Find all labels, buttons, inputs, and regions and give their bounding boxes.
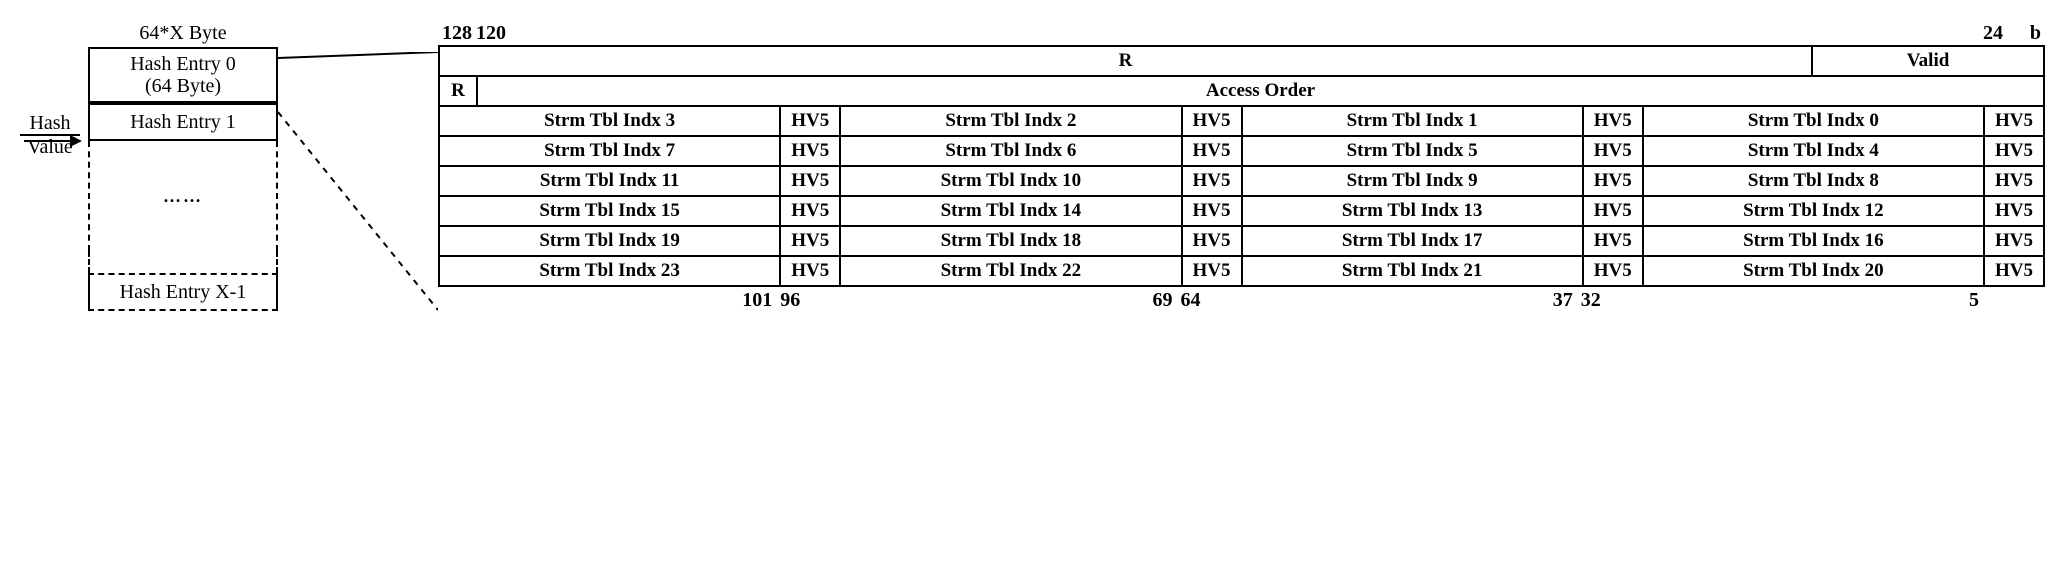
bit-mark-5: 5 — [1639, 289, 1985, 312]
field-strm-idx: Strm Tbl Indx 19 — [440, 227, 779, 255]
field-strm-idx: Strm Tbl Indx 20 — [1642, 257, 1983, 285]
expansion-connector — [278, 52, 438, 332]
field-hv5: HV5 — [1582, 107, 1642, 135]
layout-row-header1: R Valid — [440, 47, 2043, 75]
field-hv5: HV5 — [1181, 167, 1241, 195]
field-strm-idx: Strm Tbl Indx 22 — [839, 257, 1180, 285]
layout-data-row: Strm Tbl Indx 19 HV5 Strm Tbl Indx 18 HV… — [440, 225, 2043, 255]
field-strm-idx: Strm Tbl Indx 15 — [440, 197, 779, 225]
bit-mark-69: 69 — [1153, 289, 1179, 312]
layout-data-row: Strm Tbl Indx 3 HV5 Strm Tbl Indx 2 HV5 … — [440, 105, 2043, 135]
field-strm-idx: Strm Tbl Indx 8 — [1642, 167, 1983, 195]
field-hv5: HV5 — [1582, 167, 1642, 195]
hash-entry-1: Hash Entry 1 — [88, 103, 278, 141]
hash-table-ellipsis: …… — [88, 141, 278, 251]
field-hv5: HV5 — [779, 227, 839, 255]
field-strm-idx: Strm Tbl Indx 23 — [440, 257, 779, 285]
field-hv5: HV5 — [779, 167, 839, 195]
field-strm-idx: Strm Tbl Indx 10 — [839, 167, 1180, 195]
field-hv5: HV5 — [1582, 227, 1642, 255]
layout-data-row: Strm Tbl Indx 7 HV5 Strm Tbl Indx 6 HV5 … — [440, 135, 2043, 165]
field-hv5: HV5 — [779, 197, 839, 225]
hash-value-label-line1: Hash — [20, 112, 80, 134]
field-strm-idx: Strm Tbl Indx 14 — [839, 197, 1180, 225]
field-strm-idx: Strm Tbl Indx 6 — [839, 137, 1180, 165]
field-strm-idx: Strm Tbl Indx 16 — [1642, 227, 1983, 255]
layout-row-header2: R Access Order — [440, 75, 2043, 105]
hash-table-title: 64*X Byte — [88, 20, 278, 47]
field-strm-idx: Strm Tbl Indx 13 — [1241, 197, 1582, 225]
field-hv5: HV5 — [779, 257, 839, 285]
field-hv5: HV5 — [1181, 227, 1241, 255]
connector-lines-icon — [278, 52, 438, 332]
hash-entry-0-line1: Hash Entry 0 — [94, 53, 272, 75]
hash-table-section: Hash Value 64*X Byte Hash Entry 0 (64 By… — [20, 20, 278, 311]
layout-data-row: Strm Tbl Indx 15 HV5 Strm Tbl Indx 14 HV… — [440, 195, 2043, 225]
field-hv5: HV5 — [1181, 107, 1241, 135]
bit-mark-96: 96 — [778, 289, 838, 312]
field-hv5: HV5 — [1582, 137, 1642, 165]
hash-table-gap — [88, 251, 278, 273]
field-strm-idx: Strm Tbl Indx 11 — [440, 167, 779, 195]
field-R-big: R — [440, 47, 1811, 75]
bit-mark-128: 128 — [438, 22, 474, 45]
bit-layout-box: R Valid R Access Order Strm Tbl Indx 3 H… — [438, 45, 2045, 287]
field-hv5: HV5 — [1983, 257, 2043, 285]
bit-mark-24: 24 — [1625, 22, 2009, 45]
hash-table: 64*X Byte Hash Entry 0 (64 Byte) Hash En… — [88, 20, 278, 311]
field-strm-idx: Strm Tbl Indx 12 — [1642, 197, 1983, 225]
field-hv5: HV5 — [779, 137, 839, 165]
bit-mark-120: 120 — [474, 22, 858, 45]
field-hv5: HV5 — [1181, 137, 1241, 165]
field-strm-idx: Strm Tbl Indx 4 — [1642, 137, 1983, 165]
bit-mark-32: 32 — [1579, 289, 1639, 312]
field-strm-idx: Strm Tbl Indx 17 — [1241, 227, 1582, 255]
hash-value-pointer: Hash Value — [20, 20, 80, 142]
layout-data-row: Strm Tbl Indx 23 HV5 Strm Tbl Indx 22 HV… — [440, 255, 2043, 285]
field-strm-idx: Strm Tbl Indx 2 — [839, 107, 1180, 135]
field-strm-idx: Strm Tbl Indx 7 — [440, 137, 779, 165]
field-strm-idx: Strm Tbl Indx 0 — [1642, 107, 1983, 135]
field-hv5: HV5 — [1582, 197, 1642, 225]
field-hv5: HV5 — [1181, 257, 1241, 285]
arrow-right-icon — [24, 140, 80, 142]
field-hv5: HV5 — [1983, 167, 2043, 195]
top-bit-marks: 128 120 24 b — [438, 22, 2045, 45]
hash-entry-0-line2: (64 Byte) — [94, 75, 272, 97]
field-R-small: R — [440, 77, 476, 105]
bit-mark-64: 64 — [1179, 289, 1239, 312]
bit-mark-b: b — [2009, 22, 2045, 45]
bottom-bit-marks: 101 96 69 64 37 32 5 — [438, 287, 2045, 312]
field-strm-idx: Strm Tbl Indx 18 — [839, 227, 1180, 255]
bit-mark-37: 37 — [1553, 289, 1579, 312]
hash-entry-0: Hash Entry 0 (64 Byte) — [88, 47, 278, 103]
field-hv5: HV5 — [779, 107, 839, 135]
field-hv5: HV5 — [1983, 107, 2043, 135]
field-strm-idx: Strm Tbl Indx 9 — [1241, 167, 1582, 195]
field-hv5: HV5 — [1983, 137, 2043, 165]
field-strm-idx: Strm Tbl Indx 1 — [1241, 107, 1582, 135]
hash-entry-layout: 128 120 24 b R Valid R Access Order Strm… — [438, 22, 2045, 312]
field-valid: Valid — [1811, 47, 2043, 75]
bit-mark-101: 101 — [742, 289, 778, 312]
field-hv5: HV5 — [1983, 197, 2043, 225]
field-strm-idx: Strm Tbl Indx 21 — [1241, 257, 1582, 285]
field-hv5: HV5 — [1983, 227, 2043, 255]
field-hv5: HV5 — [1181, 197, 1241, 225]
hash-entry-last: Hash Entry X-1 — [88, 273, 278, 311]
layout-data-row: Strm Tbl Indx 11 HV5 Strm Tbl Indx 10 HV… — [440, 165, 2043, 195]
field-access-order: Access Order — [476, 77, 2043, 105]
field-hv5: HV5 — [1582, 257, 1642, 285]
field-strm-idx: Strm Tbl Indx 5 — [1241, 137, 1582, 165]
field-strm-idx: Strm Tbl Indx 3 — [440, 107, 779, 135]
